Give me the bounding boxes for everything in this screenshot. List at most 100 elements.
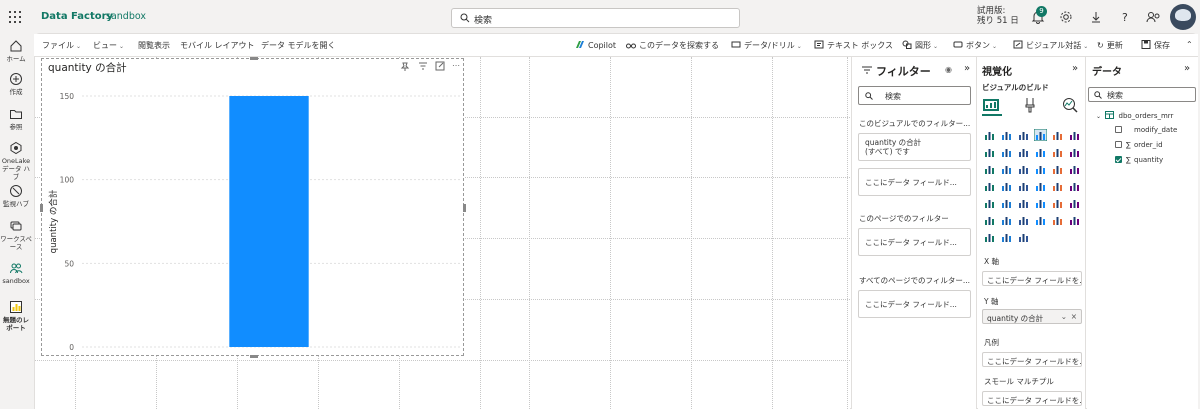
shapes-button[interactable]: 図形 ⌄ <box>902 40 938 51</box>
field-item[interactable]: modify_date <box>1115 126 1177 134</box>
key-influencers-visual-icon[interactable] <box>1000 214 1013 226</box>
page-filter-dropzone[interactable]: ここにデータ フィールド... <box>858 228 971 256</box>
share-icon[interactable] <box>1145 9 1161 25</box>
matrix-visual-icon[interactable] <box>1051 197 1064 209</box>
funnel-col-visual-icon[interactable] <box>1068 146 1081 158</box>
rail-item-browse[interactable]: 参照 <box>0 107 32 131</box>
reading-view-button[interactable]: 閲覧表示 <box>138 40 170 51</box>
x-axis-dropzone[interactable]: ここにデータ フィールドを... <box>982 271 1082 286</box>
chevron-down-icon[interactable]: ⌄ <box>1061 312 1067 321</box>
clustered-bar-visual-icon[interactable] <box>1017 129 1030 141</box>
refresh-button[interactable]: ↻ 更新 <box>1097 40 1123 51</box>
line-visual-icon[interactable] <box>983 146 996 158</box>
menu-file[interactable]: ファイル ⌄ <box>42 40 81 51</box>
format-visual-tab[interactable] <box>1022 97 1042 116</box>
copilot-button[interactable]: Copilot <box>575 40 616 50</box>
filter-card-quantity[interactable]: quantity の合計 (すべて) です <box>858 133 971 161</box>
rail-item-create[interactable]: 作成 <box>0 72 32 96</box>
field-checkbox-checked[interactable] <box>1115 156 1122 163</box>
workspace-name[interactable]: sandbox <box>106 11 146 22</box>
treemap-visual-icon[interactable] <box>983 180 996 192</box>
more-visuals-visual-icon[interactable] <box>1017 231 1030 243</box>
collapse-visualizations-icon[interactable]: » <box>1072 63 1078 74</box>
analytics-tab[interactable] <box>1062 97 1082 116</box>
rail-item-home[interactable]: ホーム <box>0 39 32 63</box>
100-column-visual-icon[interactable] <box>1068 129 1081 141</box>
menu-view[interactable]: ビュー ⌄ <box>93 40 124 51</box>
line-clustered-visual-icon[interactable] <box>1000 163 1013 175</box>
gauge-visual-icon[interactable] <box>1051 180 1064 192</box>
eye-icon[interactable]: ◉ <box>945 65 952 74</box>
y-axis-field-pill[interactable]: quantity の合計 ⌄ × <box>982 309 1082 324</box>
small-multiples-dropzone[interactable]: ここにデータ フィールドを... <box>982 391 1082 406</box>
field-item[interactable]: ∑ order_id <box>1115 141 1163 149</box>
textbox-button[interactable]: テキスト ボックス <box>814 40 893 51</box>
bar-chart-visual[interactable]: quantity の合計 ⋯ 150 100 50 0 quantity の合計 <box>40 57 466 358</box>
rail-item-sandbox[interactable]: sandbox <box>0 261 32 285</box>
app-brand[interactable]: Data Factory <box>41 11 113 22</box>
data-search-input[interactable]: 検索 <box>1088 87 1196 102</box>
user-avatar[interactable] <box>1170 4 1196 30</box>
power-apps-visual-icon[interactable] <box>983 231 996 243</box>
paginated-visual-icon[interactable] <box>1068 214 1081 226</box>
collapse-ribbon-button[interactable]: ⌃ <box>1186 40 1193 49</box>
resize-handle-left[interactable] <box>40 204 43 212</box>
stacked-area-visual-icon[interactable] <box>1017 146 1030 158</box>
narrative-visual-icon[interactable] <box>1051 214 1064 226</box>
help-icon[interactable]: ? <box>1117 9 1133 25</box>
open-data-model-button[interactable]: データ モデルを開く <box>261 40 336 51</box>
legend-dropzone[interactable]: ここにデータ フィールドを... <box>982 352 1082 367</box>
buttons-button[interactable]: ボタン ⌄ <box>953 40 997 51</box>
collapse-data-icon[interactable]: » <box>1184 63 1190 74</box>
pie-visual-icon[interactable] <box>1051 163 1064 175</box>
resize-handle-bottom[interactable] <box>250 355 258 358</box>
rail-item-report[interactable]: 無題のレポート <box>0 300 32 332</box>
save-button[interactable]: 保存 <box>1141 40 1170 51</box>
field-checkbox[interactable] <box>1115 126 1122 133</box>
app-launcher-icon[interactable] <box>9 11 21 23</box>
visual-interactions-button[interactable]: ビジュアル対話 ⌄ <box>1013 40 1088 51</box>
100-bar-visual-icon[interactable] <box>1051 129 1064 141</box>
gear-icon[interactable] <box>1058 9 1074 25</box>
remove-field-icon[interactable]: × <box>1071 312 1077 321</box>
r-visual-visual-icon[interactable] <box>1068 197 1081 209</box>
slicer-visual-icon[interactable] <box>1017 197 1030 209</box>
azure-map-visual-icon[interactable] <box>1034 180 1047 192</box>
kpi-visual-icon[interactable] <box>1000 197 1013 209</box>
filled-map-visual-icon[interactable] <box>1017 180 1030 192</box>
map-visual-icon[interactable] <box>1000 180 1013 192</box>
rail-item-workspaces[interactable]: ワークスペース <box>0 219 32 251</box>
mobile-layout-button[interactable]: モバイル レイアウト <box>180 40 255 51</box>
donut-visual-icon[interactable] <box>1068 163 1081 175</box>
rail-item-onelake[interactable]: OneLake データ ハブ <box>0 141 32 181</box>
scatter-visual-icon[interactable] <box>1017 163 1030 175</box>
resize-handle-right[interactable] <box>463 204 466 212</box>
resize-handle-top[interactable] <box>250 57 258 60</box>
clustered-column-visual-icon[interactable] <box>1033 128 1048 142</box>
power-automate-visual-icon[interactable] <box>1000 231 1013 243</box>
decomposition-visual-icon[interactable] <box>1017 214 1030 226</box>
funnel-visual-icon[interactable] <box>1034 163 1047 175</box>
multi-card-visual-icon[interactable] <box>983 197 996 209</box>
stacked-bar-visual-icon[interactable] <box>983 129 996 141</box>
qa-visual-icon[interactable] <box>1034 214 1047 226</box>
explore-data-button[interactable]: このデータを探索する <box>626 40 719 51</box>
download-icon[interactable] <box>1088 9 1104 25</box>
stacked-column-visual-icon[interactable] <box>1000 129 1013 141</box>
filter-search-input[interactable]: 検索 <box>858 86 971 105</box>
data-drill-button[interactable]: データ/ドリル ⌄ <box>731 40 802 51</box>
trial-status[interactable]: 試用版: 残り 51 日 <box>977 6 1019 26</box>
area-visual-icon[interactable] <box>1000 146 1013 158</box>
global-search-input[interactable]: 検索 <box>451 8 740 28</box>
field-item[interactable]: ∑ quantity <box>1115 156 1163 164</box>
field-checkbox[interactable] <box>1115 141 1122 148</box>
python-visual-icon[interactable] <box>983 214 996 226</box>
table-node[interactable]: ⌄ dbo_orders_mrr <box>1096 111 1173 120</box>
waterfall-visual-icon[interactable] <box>1051 146 1064 158</box>
build-visual-tab[interactable] <box>982 97 1002 116</box>
rail-item-monitor[interactable]: 監視ハブ <box>0 184 32 208</box>
line-column-visual-icon[interactable] <box>983 163 996 175</box>
all-pages-filter-dropzone[interactable]: ここにデータ フィールド... <box>858 290 971 318</box>
visual-filter-dropzone[interactable]: ここにデータ フィールド... <box>858 168 971 196</box>
card-visual-icon[interactable] <box>1068 180 1081 192</box>
